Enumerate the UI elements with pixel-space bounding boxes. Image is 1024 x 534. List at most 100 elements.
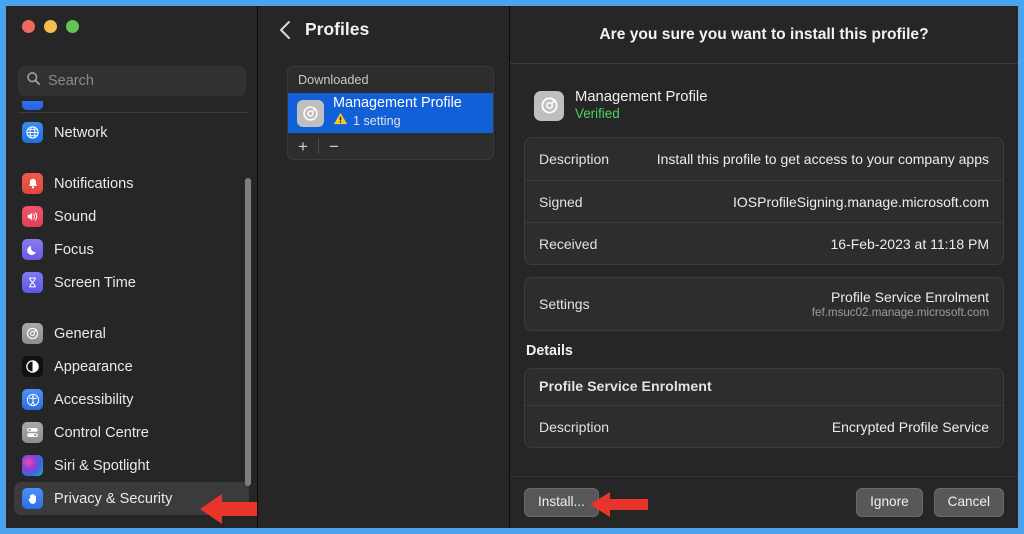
row-value: Encrypted Profile Service [831,418,989,435]
accessibility-icon [22,389,43,410]
row-key: Signed [539,193,583,210]
profile-info-card: Description Install this profile to get … [524,137,1004,266]
sidebar-item-control-centre[interactable]: Control Centre [14,416,249,449]
sidebar-item-label: Network [54,124,108,141]
hand-icon [22,488,43,509]
table-row: Description Encrypted Profile Service [525,405,1003,447]
profile-name: Management Profile [575,89,708,105]
globe-icon [22,122,43,143]
table-row: Received 16-Feb-2023 at 11:18 PM [525,222,1003,264]
wifi-icon [22,101,43,110]
row-key: Received [539,235,598,252]
sidebar-item-focus[interactable]: Focus [14,233,249,266]
arrow-to-install-button [588,489,650,525]
sidebar-item-label: Notifications [54,175,134,192]
details-card-header: Profile Service Enrolment [525,369,1003,405]
sidebar-item-accessibility[interactable]: Accessibility [14,383,249,416]
profile-item-subline: 1 setting [333,112,462,130]
minimize-button[interactable] [44,20,57,33]
sliders-icon [22,422,43,443]
window-traffic-lights [22,20,79,33]
sidebar-item-label: Screen Time [54,274,136,291]
details-card-title: Profile Service Enrolment [539,379,712,396]
profile-item-name: Management Profile [333,94,462,111]
status-badge: Verified [575,106,620,122]
table-row: Description Install this profile to get … [525,138,1003,180]
row-value-main: Profile Service Enrolment [831,289,989,306]
sidebar-item-notifications[interactable]: Notifications [14,167,249,200]
row-value: 16-Feb-2023 at 11:18 PM [830,235,989,252]
sidebar-item-label: Sound [54,208,97,225]
dialog-button-bar: Install... Ignore Cancel [510,476,1018,528]
sidebar-item-clipped[interactable] [14,101,249,116]
profile-item-text: Management Profile 1 setting [333,94,462,130]
profiles-title: Profiles [305,19,370,39]
gear-icon [534,90,564,121]
details-section-label: Details [526,343,573,360]
row-key: Description [539,151,610,168]
page-title: Are you sure you want to install this pr… [599,25,929,43]
profile-item-subtitle: 1 setting [353,114,401,129]
gear-icon [297,99,324,127]
profiles-header: Profiles [258,6,509,53]
contrast-icon [22,356,43,377]
profile-summary-text: Management Profile Verified [575,89,707,122]
bell-icon [22,173,43,194]
profiles-toolbar: + − [288,133,493,159]
sidebar-item-label: Accessibility [54,391,134,408]
row-value-sub: fef.msuc02.manage.microsoft.com [811,306,989,320]
screenshot-frame: Search Network Notifications Sound Focus… [0,0,1024,534]
close-button[interactable] [22,20,35,33]
system-settings-window: Search Network Notifications Sound Focus… [6,6,1018,528]
sidebar-item-label: Focus [54,241,94,258]
profile-summary: Management Profile Verified [534,89,1004,122]
hourglass-icon [22,272,43,293]
row-value: Profile Service Enrolment fef.msuc02.man… [812,289,989,319]
row-value: IOSProfileSigning.manage.microsoft.com [733,193,989,210]
sidebar-item-appearance[interactable]: Appearance [14,350,249,383]
sidebar-item-general[interactable]: General [14,317,249,350]
sidebar-item-label: Appearance [54,358,133,375]
cancel-button[interactable]: Cancel [933,488,1004,517]
warning-triangle-icon [333,112,348,130]
sidebar-item-network[interactable]: Network [14,116,249,149]
profile-list-item[interactable]: Management Profile 1 setting [288,93,493,133]
row-value: Install this profile to get access to yo… [656,151,989,168]
moon-icon [22,239,43,260]
install-dialog-header: Are you sure you want to install this pr… [510,6,1018,64]
search-input[interactable]: Search [18,66,246,96]
sidebar-item-screen-time[interactable]: Screen Time [14,266,249,299]
profiles-list-card: Downloaded Management Profile 1 setting [287,66,494,160]
sidebar-scroll-area[interactable]: Network Notifications Sound Focus Screen… [6,101,257,528]
sidebar-item-sound[interactable]: Sound [14,200,249,233]
sidebar-item-label: General [54,325,106,342]
sidebar-scrollbar-thumb[interactable] [245,178,251,486]
table-row: Signed IOSProfileSigning.manage.microsof… [525,180,1003,222]
zoom-button[interactable] [66,20,79,33]
profile-settings-card: Settings Profile Service Enrolment fef.m… [524,277,1004,332]
sidebar-nav: Network Notifications Sound Focus Screen… [6,101,257,515]
gear-icon [22,323,43,344]
ignore-button[interactable]: Ignore [856,488,923,517]
table-row[interactable]: Settings Profile Service Enrolment fef.m… [525,278,1003,330]
profiles-panel: Profiles Downloaded Management Profile 1… [258,6,742,528]
install-dialog-body: Management Profile Verified Description … [510,64,1018,476]
speaker-icon [22,206,43,227]
row-key: Description [539,418,610,435]
profiles-section-header: Downloaded [288,67,493,93]
install-profile-panel: Are you sure you want to install this pr… [510,6,1018,528]
sidebar: Search Network Notifications Sound Focus… [6,6,258,528]
sidebar-item-label: Siri & Spotlight [54,457,150,474]
back-chevron-icon[interactable] [278,20,291,40]
sidebar-item-label: Privacy & Security [54,490,173,507]
add-profile-button[interactable]: + [288,133,318,159]
sidebar-item-siri-spotlight[interactable]: Siri & Spotlight [14,449,249,482]
sidebar-item-label: Control Centre [54,424,149,441]
remove-profile-button[interactable]: − [319,133,349,159]
row-key: Settings [539,296,590,313]
details-card: Profile Service Enrolment Description En… [524,368,1004,449]
search-placeholder: Search [48,73,94,89]
dialog-right-buttons: Ignore Cancel [856,488,1004,517]
